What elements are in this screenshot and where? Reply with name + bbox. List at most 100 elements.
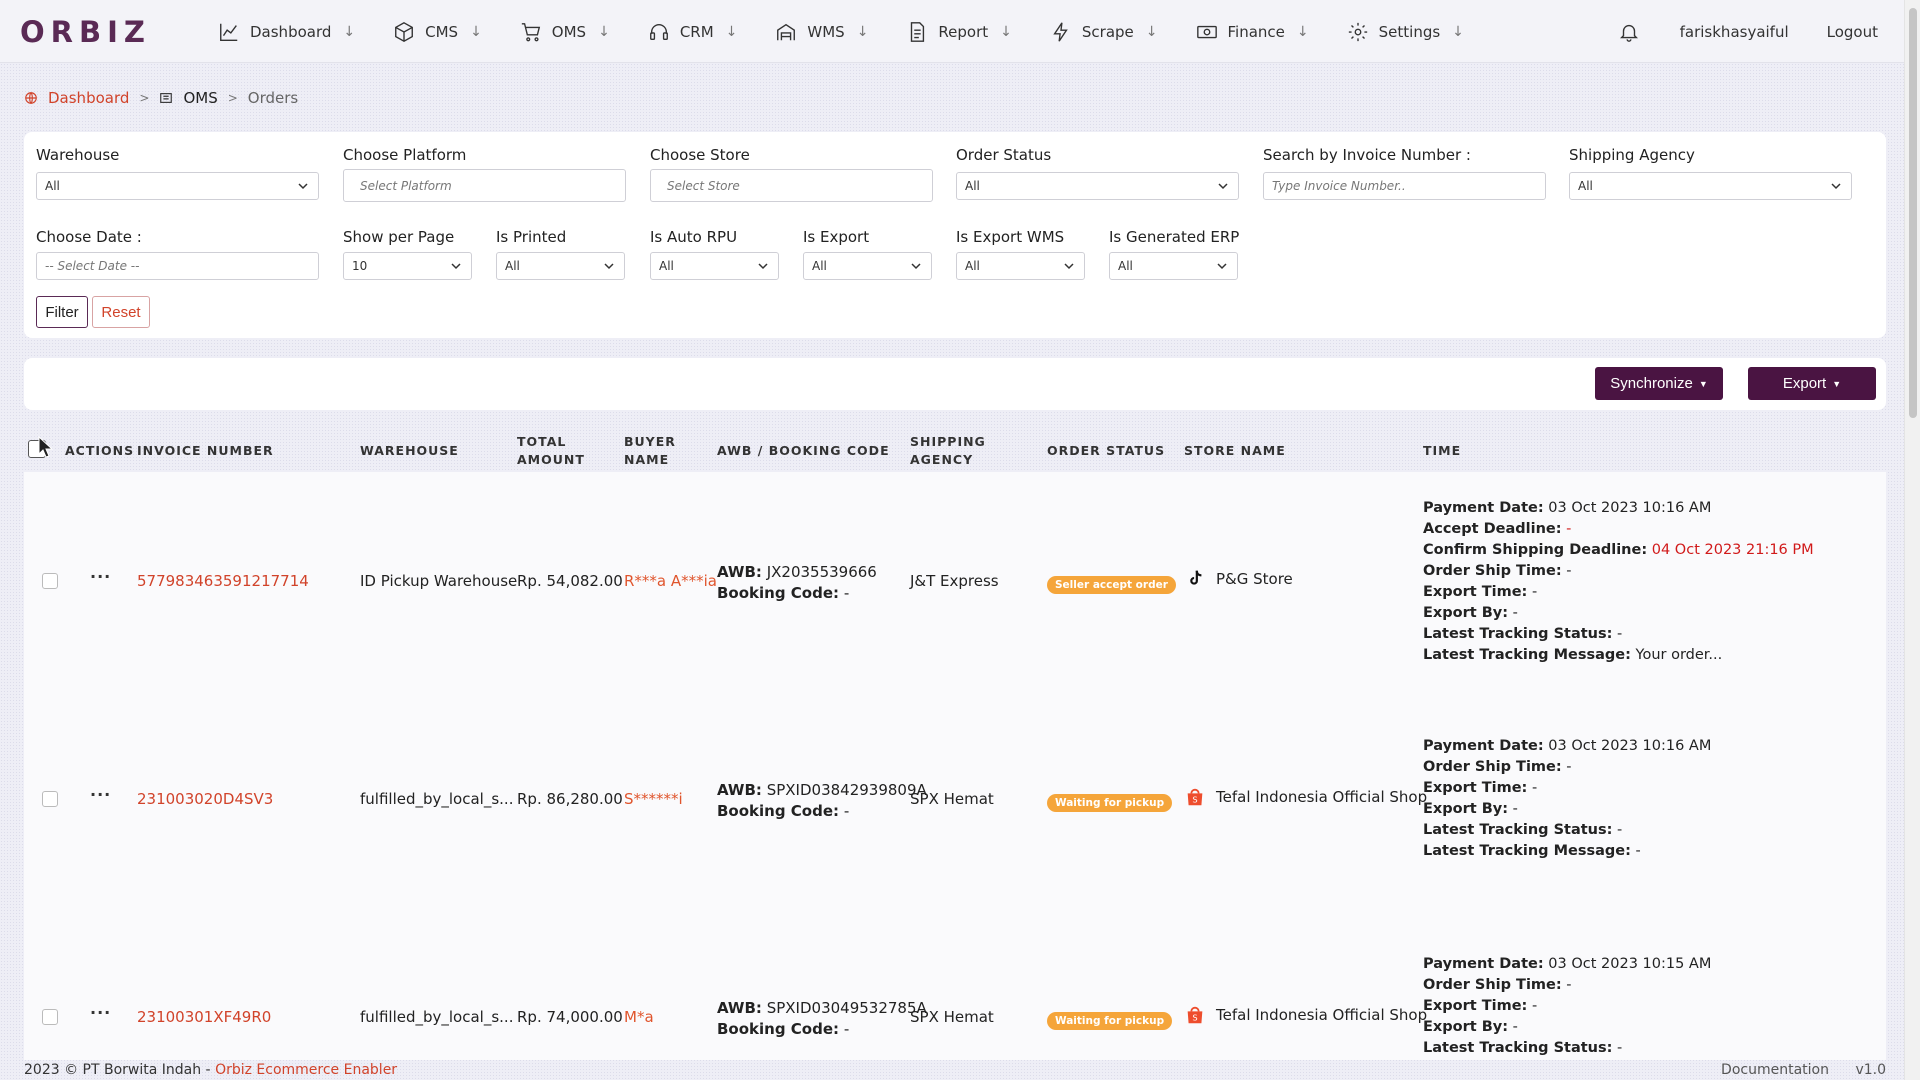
is-printed-select[interactable]: All — [496, 252, 625, 280]
nav-item-crm[interactable]: CRM ↓ — [648, 21, 737, 43]
invoice-search-input[interactable]: Type Invoice Number.. — [1263, 172, 1546, 200]
payment-date-line: Payment Date: 03 Oct 2023 10:16 AM — [1423, 736, 1711, 757]
confirm-deadline-value: 04 Oct 2023 21:16 PM — [1651, 542, 1814, 558]
footer-company-link[interactable]: Orbiz Ecommerce Enabler — [215, 1062, 397, 1078]
nav-item-dashboard[interactable]: Dashboard ↓ — [218, 21, 355, 43]
checkbox[interactable] — [42, 791, 58, 807]
th-agency-line2: AGENCY — [910, 452, 974, 467]
tracking-message-value: - — [1635, 843, 1641, 859]
invoice-link[interactable]: 23100301XF49R0 — [137, 1008, 271, 1026]
invoice-link[interactable]: 231003020D4SV3 — [137, 790, 273, 808]
th-warehouse[interactable]: WAREHOUSE — [360, 442, 459, 460]
tracking-status-value: - — [1617, 822, 1623, 838]
export-by-line: Export By: - — [1423, 799, 1711, 820]
invoice-link[interactable]: 577983463591217714 — [137, 572, 309, 590]
row-actions-menu[interactable]: ··· — [90, 785, 111, 804]
th-awb-booking[interactable]: AWB / BOOKING CODE — [717, 442, 890, 460]
th-shipping-agency[interactable]: SHIPPING AGENCY — [910, 433, 986, 469]
breadcrumb-dashboard[interactable]: Dashboard — [48, 89, 129, 107]
payment-date-label: Payment Date: — [1423, 956, 1544, 972]
th-total-amount[interactable]: TOTAL AMOUNT — [517, 433, 585, 469]
row-checkbox[interactable] — [42, 791, 58, 807]
nav-item-finance[interactable]: Finance ↓ — [1196, 21, 1309, 43]
per-page-select[interactable]: 10 — [343, 252, 472, 280]
checkbox[interactable] — [42, 1009, 58, 1025]
order-status-select[interactable]: All — [956, 172, 1239, 200]
mouse-cursor-icon — [38, 436, 54, 458]
warehouse-cell: fulfilled_by_local_s... — [360, 1008, 514, 1026]
footer-right: Documentation v1.0 — [1699, 1062, 1886, 1078]
export-time-label: Export Time: — [1423, 998, 1528, 1014]
documentation-link[interactable]: Documentation — [1721, 1062, 1829, 1078]
page-footer: 2023 © PT Borwita Indah - Orbiz Ecommerc… — [24, 1060, 1886, 1080]
export-time-line: Export Time: - — [1423, 996, 1711, 1017]
platform-select[interactable]: Select Platform — [343, 169, 626, 202]
accept-deadline-line: Accept Deadline: - — [1423, 519, 1814, 540]
booking-label: Booking Code: — [717, 1020, 840, 1038]
awb-cell: AWB: JX2035539666 Booking Code: - — [717, 562, 877, 604]
order-status-value: All — [965, 179, 980, 193]
th-store-name[interactable]: STORE NAME — [1184, 442, 1286, 460]
logout-link[interactable]: Logout — [1827, 23, 1878, 41]
time-cell: Payment Date: 03 Oct 2023 10:16 AM Accep… — [1423, 498, 1814, 666]
status-badge: Waiting for pickup — [1047, 1012, 1173, 1030]
row-actions-menu[interactable]: ··· — [90, 1003, 111, 1022]
nav-item-wms[interactable]: WMS ↓ — [775, 21, 868, 43]
order-status-filter: Order Status — [956, 146, 1051, 166]
th-buyer-line2: NAME — [624, 452, 670, 467]
date-picker[interactable]: -- Select Date -- — [36, 252, 319, 280]
shipping-agency-cell: J&T Express — [910, 572, 999, 590]
th-actions: ACTIONS — [65, 443, 135, 458]
breadcrumb-oms[interactable]: OMS — [183, 89, 217, 107]
row-checkbox[interactable] — [42, 573, 58, 589]
export-by-line: Export By: - — [1423, 603, 1814, 624]
filter-button[interactable]: Filter — [36, 296, 88, 328]
th-buyer-name[interactable]: BUYER NAME — [624, 433, 676, 469]
th-order-status[interactable]: ORDER STATUS — [1047, 442, 1165, 460]
status-badge: Seller accept order — [1047, 576, 1176, 594]
nav-item-scrape[interactable]: Scrape ↓ — [1050, 21, 1158, 43]
tracking-message-line: Latest Tracking Message: Your order... — [1423, 645, 1814, 666]
orbiz-logo[interactable]: ORBIZ — [20, 15, 151, 49]
export-by-line: Export By: - — [1423, 1017, 1711, 1038]
is-generated-erp-select[interactable]: All — [1109, 252, 1238, 280]
bell-icon[interactable] — [1618, 21, 1640, 43]
row-actions-menu[interactable]: ··· — [90, 567, 111, 586]
time-cell: Payment Date: 03 Oct 2023 10:16 AM Order… — [1423, 736, 1711, 862]
shipping-agency-select[interactable]: All — [1569, 172, 1852, 200]
warehouse-select[interactable]: All — [36, 172, 319, 200]
warehouse-icon — [777, 23, 796, 40]
chevron-down-icon — [1218, 183, 1228, 190]
per-page-value: 10 — [352, 259, 368, 273]
nav-item-cms[interactable]: CMS ↓ — [393, 21, 482, 43]
awb-line: AWB: SPXID03049532785A — [717, 998, 927, 1019]
checkbox[interactable] — [42, 573, 58, 589]
is-auto-rpu-select[interactable]: All — [650, 252, 779, 280]
th-invoice-number[interactable]: INVOICE NUMBER — [137, 442, 274, 460]
page-scrollbar[interactable] — [1904, 0, 1920, 1080]
globe-icon — [25, 92, 37, 104]
tracking-status-value: - — [1617, 626, 1623, 642]
store-select[interactable]: Select Store — [650, 169, 933, 202]
export-dropdown-button[interactable]: Export ▼ — [1748, 367, 1876, 400]
nav-item-oms[interactable]: OMS ↓ — [520, 21, 610, 43]
nav-label-finance: Finance — [1227, 22, 1285, 41]
synchronize-dropdown-button[interactable]: Synchronize ▼ — [1595, 367, 1723, 400]
store-name-cell: S Tefal Indonesia Official Shop — [1184, 1004, 1427, 1026]
orders-table-body: ··· 577983463591217714 ID Pickup Warehou… — [24, 472, 1886, 1060]
nav-item-settings[interactable]: Settings ↓ — [1347, 21, 1464, 43]
username[interactable]: fariskhasyaiful — [1680, 23, 1789, 41]
svg-text:S: S — [1192, 795, 1197, 805]
th-total-line2: AMOUNT — [517, 452, 585, 467]
row-checkbox[interactable] — [42, 1009, 58, 1025]
nav-item-report[interactable]: Report ↓ — [906, 21, 1012, 43]
scrollbar-thumb[interactable] — [1909, 8, 1917, 418]
awb-cell: AWB: SPXID03049532785A Booking Code: - — [717, 998, 927, 1040]
tracking-status-value: - — [1617, 1040, 1623, 1056]
reset-button[interactable]: Reset — [92, 296, 150, 328]
th-time[interactable]: TIME — [1423, 442, 1461, 460]
is-export-select[interactable]: All — [803, 252, 932, 280]
is-export-wms-select[interactable]: All — [956, 252, 1085, 280]
booking-value: - — [843, 1020, 850, 1038]
export-label: Export — [1782, 375, 1827, 392]
